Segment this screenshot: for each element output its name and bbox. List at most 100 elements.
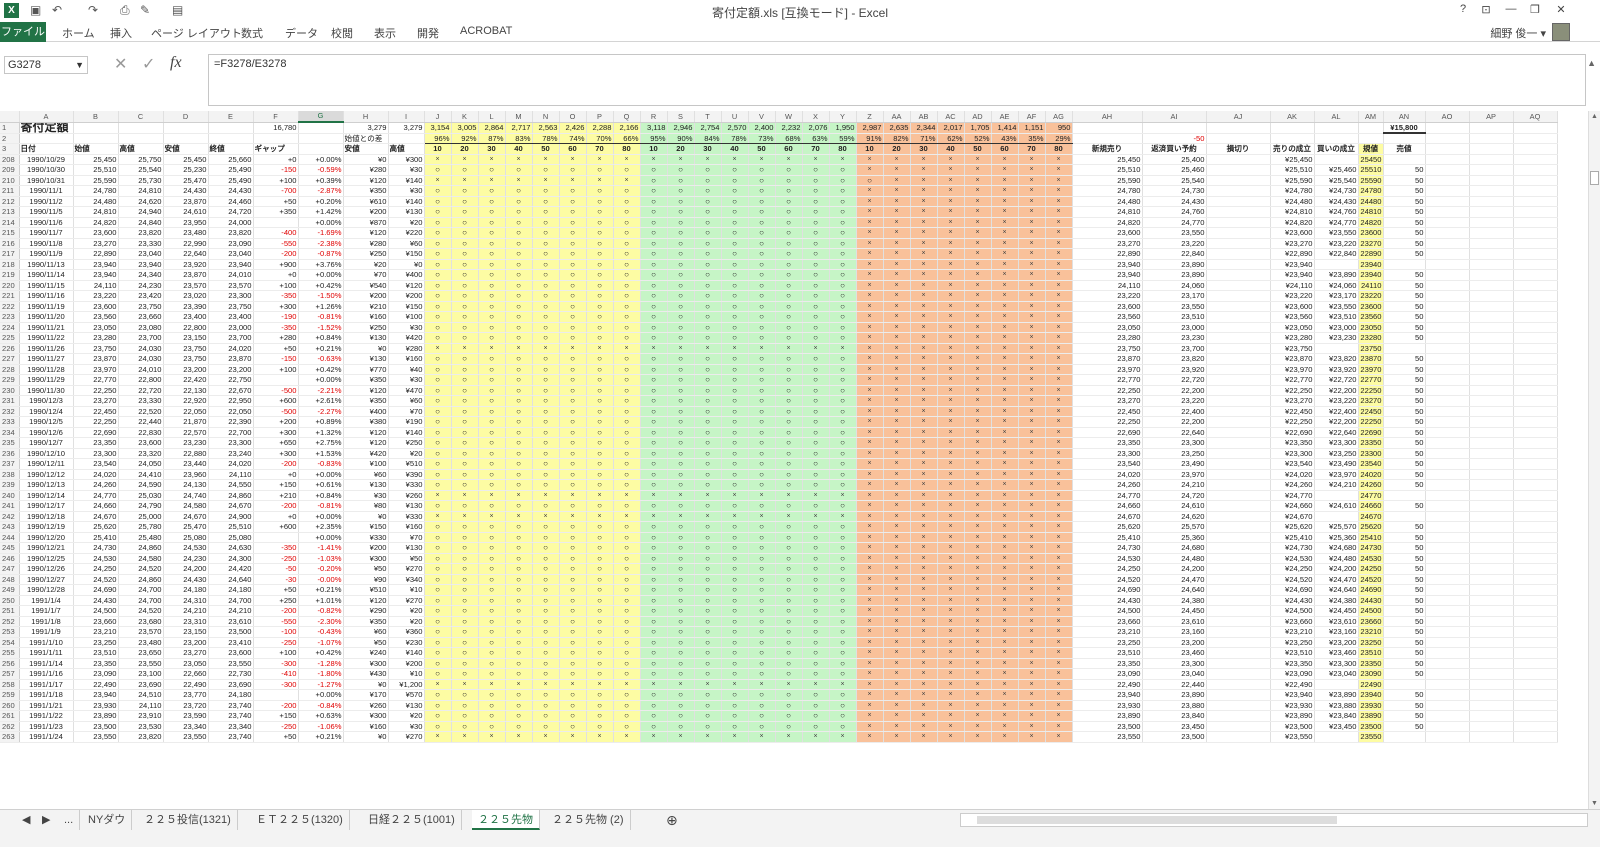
fill-mark-cross-icon[interactable]: × bbox=[451, 679, 479, 690]
column-header[interactable]: AM bbox=[1358, 111, 1384, 123]
cell[interactable] bbox=[1383, 490, 1426, 501]
cell[interactable]: ¥24,770 bbox=[1314, 217, 1359, 228]
fill-mark-circle-icon[interactable]: ○ bbox=[478, 259, 506, 270]
cell[interactable] bbox=[1358, 133, 1384, 144]
fill-mark-circle-icon[interactable]: ○ bbox=[667, 311, 695, 323]
fill-mark-cross-icon[interactable]: × bbox=[856, 469, 884, 480]
cell[interactable]: -100 bbox=[253, 626, 299, 638]
cell[interactable]: ¥24,480 bbox=[1270, 196, 1315, 207]
cell[interactable]: 24,670 bbox=[73, 511, 119, 522]
cell[interactable]: 24,430 bbox=[163, 574, 209, 585]
cell[interactable]: 23,870 bbox=[163, 196, 209, 207]
cell[interactable]: 10 bbox=[424, 143, 452, 155]
fill-mark-circle-icon[interactable]: ○ bbox=[451, 269, 479, 281]
cell[interactable]: 24,060 bbox=[1142, 280, 1207, 291]
cell[interactable]: ¥23,300 bbox=[1314, 437, 1359, 449]
cell[interactable]: 24,200 bbox=[163, 563, 209, 575]
cell[interactable]: 22770 bbox=[1358, 374, 1384, 386]
cell[interactable]: 24,720 bbox=[208, 206, 254, 218]
row-header[interactable]: 228 bbox=[0, 364, 20, 375]
cell[interactable]: 23,930 bbox=[1072, 700, 1143, 711]
cell[interactable]: 23,280 bbox=[1072, 332, 1143, 344]
fill-mark-circle-icon[interactable]: ○ bbox=[775, 311, 803, 323]
fill-mark-circle-icon[interactable]: ○ bbox=[802, 185, 830, 197]
cell[interactable]: ¥23,880 bbox=[1314, 700, 1359, 711]
cell[interactable]: 24,000 bbox=[208, 217, 254, 228]
cell[interactable] bbox=[1469, 122, 1514, 134]
fill-mark-circle-icon[interactable]: ○ bbox=[802, 437, 830, 449]
fill-mark-cross-icon[interactable]: × bbox=[856, 542, 884, 554]
fill-mark-circle-icon[interactable]: ○ bbox=[424, 269, 452, 281]
fill-mark-cross-icon[interactable]: × bbox=[775, 490, 803, 501]
cell[interactable] bbox=[1206, 616, 1271, 627]
cell[interactable]: 23,540 bbox=[73, 458, 119, 470]
cell[interactable]: 23,970 bbox=[73, 364, 119, 375]
fill-mark-cross-icon[interactable]: × bbox=[991, 406, 1019, 417]
cell[interactable] bbox=[1383, 343, 1426, 354]
cell[interactable] bbox=[1513, 616, 1558, 627]
cell[interactable]: ¥200 bbox=[343, 542, 389, 554]
fill-mark-circle-icon[interactable]: ○ bbox=[559, 500, 587, 512]
fill-mark-cross-icon[interactable]: × bbox=[991, 395, 1019, 407]
cell[interactable]: 23,220 bbox=[1142, 395, 1207, 407]
fill-mark-cross-icon[interactable]: × bbox=[991, 469, 1019, 480]
fill-mark-circle-icon[interactable]: ○ bbox=[613, 574, 641, 585]
cell[interactable]: 50 bbox=[1383, 637, 1426, 648]
fill-mark-cross-icon[interactable]: × bbox=[1045, 668, 1073, 680]
cell[interactable]: 83% bbox=[505, 133, 533, 144]
cell[interactable]: ¥24,430 bbox=[1314, 196, 1359, 207]
fill-mark-circle-icon[interactable]: ○ bbox=[694, 616, 722, 627]
cell[interactable]: +0 bbox=[253, 154, 299, 165]
fill-mark-cross-icon[interactable]: × bbox=[424, 154, 452, 165]
fill-mark-circle-icon[interactable]: ○ bbox=[424, 437, 452, 449]
cell[interactable]: 24,590 bbox=[118, 479, 164, 491]
fill-mark-circle-icon[interactable]: ○ bbox=[829, 280, 857, 291]
fill-mark-cross-icon[interactable]: × bbox=[991, 626, 1019, 638]
fill-mark-circle-icon[interactable]: ○ bbox=[721, 269, 749, 281]
cell[interactable] bbox=[1469, 595, 1514, 606]
cell[interactable] bbox=[1513, 385, 1558, 396]
fill-mark-circle-icon[interactable]: ○ bbox=[667, 616, 695, 627]
fill-mark-circle-icon[interactable]: ○ bbox=[613, 542, 641, 554]
cell[interactable] bbox=[1206, 343, 1271, 354]
column-header[interactable]: N bbox=[532, 111, 560, 123]
column-header[interactable]: AK bbox=[1270, 111, 1315, 123]
cell[interactable] bbox=[1425, 469, 1470, 480]
fill-mark-circle-icon[interactable]: ○ bbox=[424, 353, 452, 365]
cell[interactable]: 23,250 bbox=[1142, 448, 1207, 459]
cell[interactable] bbox=[1469, 343, 1514, 354]
cell[interactable] bbox=[1513, 700, 1558, 711]
cell[interactable] bbox=[1469, 647, 1514, 659]
fill-mark-circle-icon[interactable]: ○ bbox=[586, 626, 614, 638]
fill-mark-circle-icon[interactable]: ○ bbox=[775, 332, 803, 344]
fill-mark-cross-icon[interactable]: × bbox=[910, 490, 938, 501]
cell[interactable]: +0.00% bbox=[298, 374, 344, 386]
cell[interactable]: 22,730 bbox=[208, 668, 254, 680]
cell[interactable] bbox=[1469, 322, 1514, 333]
fill-mark-circle-icon[interactable]: ○ bbox=[802, 332, 830, 344]
cell[interactable]: 1990/12/12 bbox=[19, 469, 74, 480]
fill-mark-circle-icon[interactable]: ○ bbox=[532, 721, 560, 732]
cell[interactable]: 23,600 bbox=[208, 647, 254, 659]
fill-mark-cross-icon[interactable]: × bbox=[883, 322, 911, 333]
fill-mark-circle-icon[interactable]: ○ bbox=[802, 416, 830, 428]
fill-mark-circle-icon[interactable]: ○ bbox=[775, 542, 803, 554]
fill-mark-cross-icon[interactable]: × bbox=[883, 679, 911, 690]
fill-mark-cross-icon[interactable]: × bbox=[1018, 679, 1046, 690]
cell[interactable]: 23550 bbox=[1358, 731, 1384, 743]
fill-mark-circle-icon[interactable]: ○ bbox=[640, 416, 668, 428]
cell[interactable]: ¥70 bbox=[388, 532, 425, 543]
cell[interactable]: 1991/1/21 bbox=[19, 700, 74, 711]
cell[interactable]: ¥0 bbox=[343, 154, 389, 165]
cell[interactable]: 2,987 bbox=[856, 122, 884, 134]
fill-mark-cross-icon[interactable]: × bbox=[451, 154, 479, 165]
fill-mark-circle-icon[interactable]: ○ bbox=[478, 469, 506, 480]
row-header[interactable]: 1 bbox=[0, 122, 20, 134]
fill-mark-circle-icon[interactable]: ○ bbox=[694, 437, 722, 449]
fill-mark-circle-icon[interactable]: ○ bbox=[559, 269, 587, 281]
cell[interactable]: 23,300 bbox=[208, 437, 254, 449]
cell[interactable]: 23090 bbox=[1358, 668, 1384, 680]
cell[interactable]: ¥23,840 bbox=[1314, 710, 1359, 722]
fill-mark-circle-icon[interactable]: ○ bbox=[667, 217, 695, 228]
cell[interactable]: 23,890 bbox=[1142, 689, 1207, 701]
